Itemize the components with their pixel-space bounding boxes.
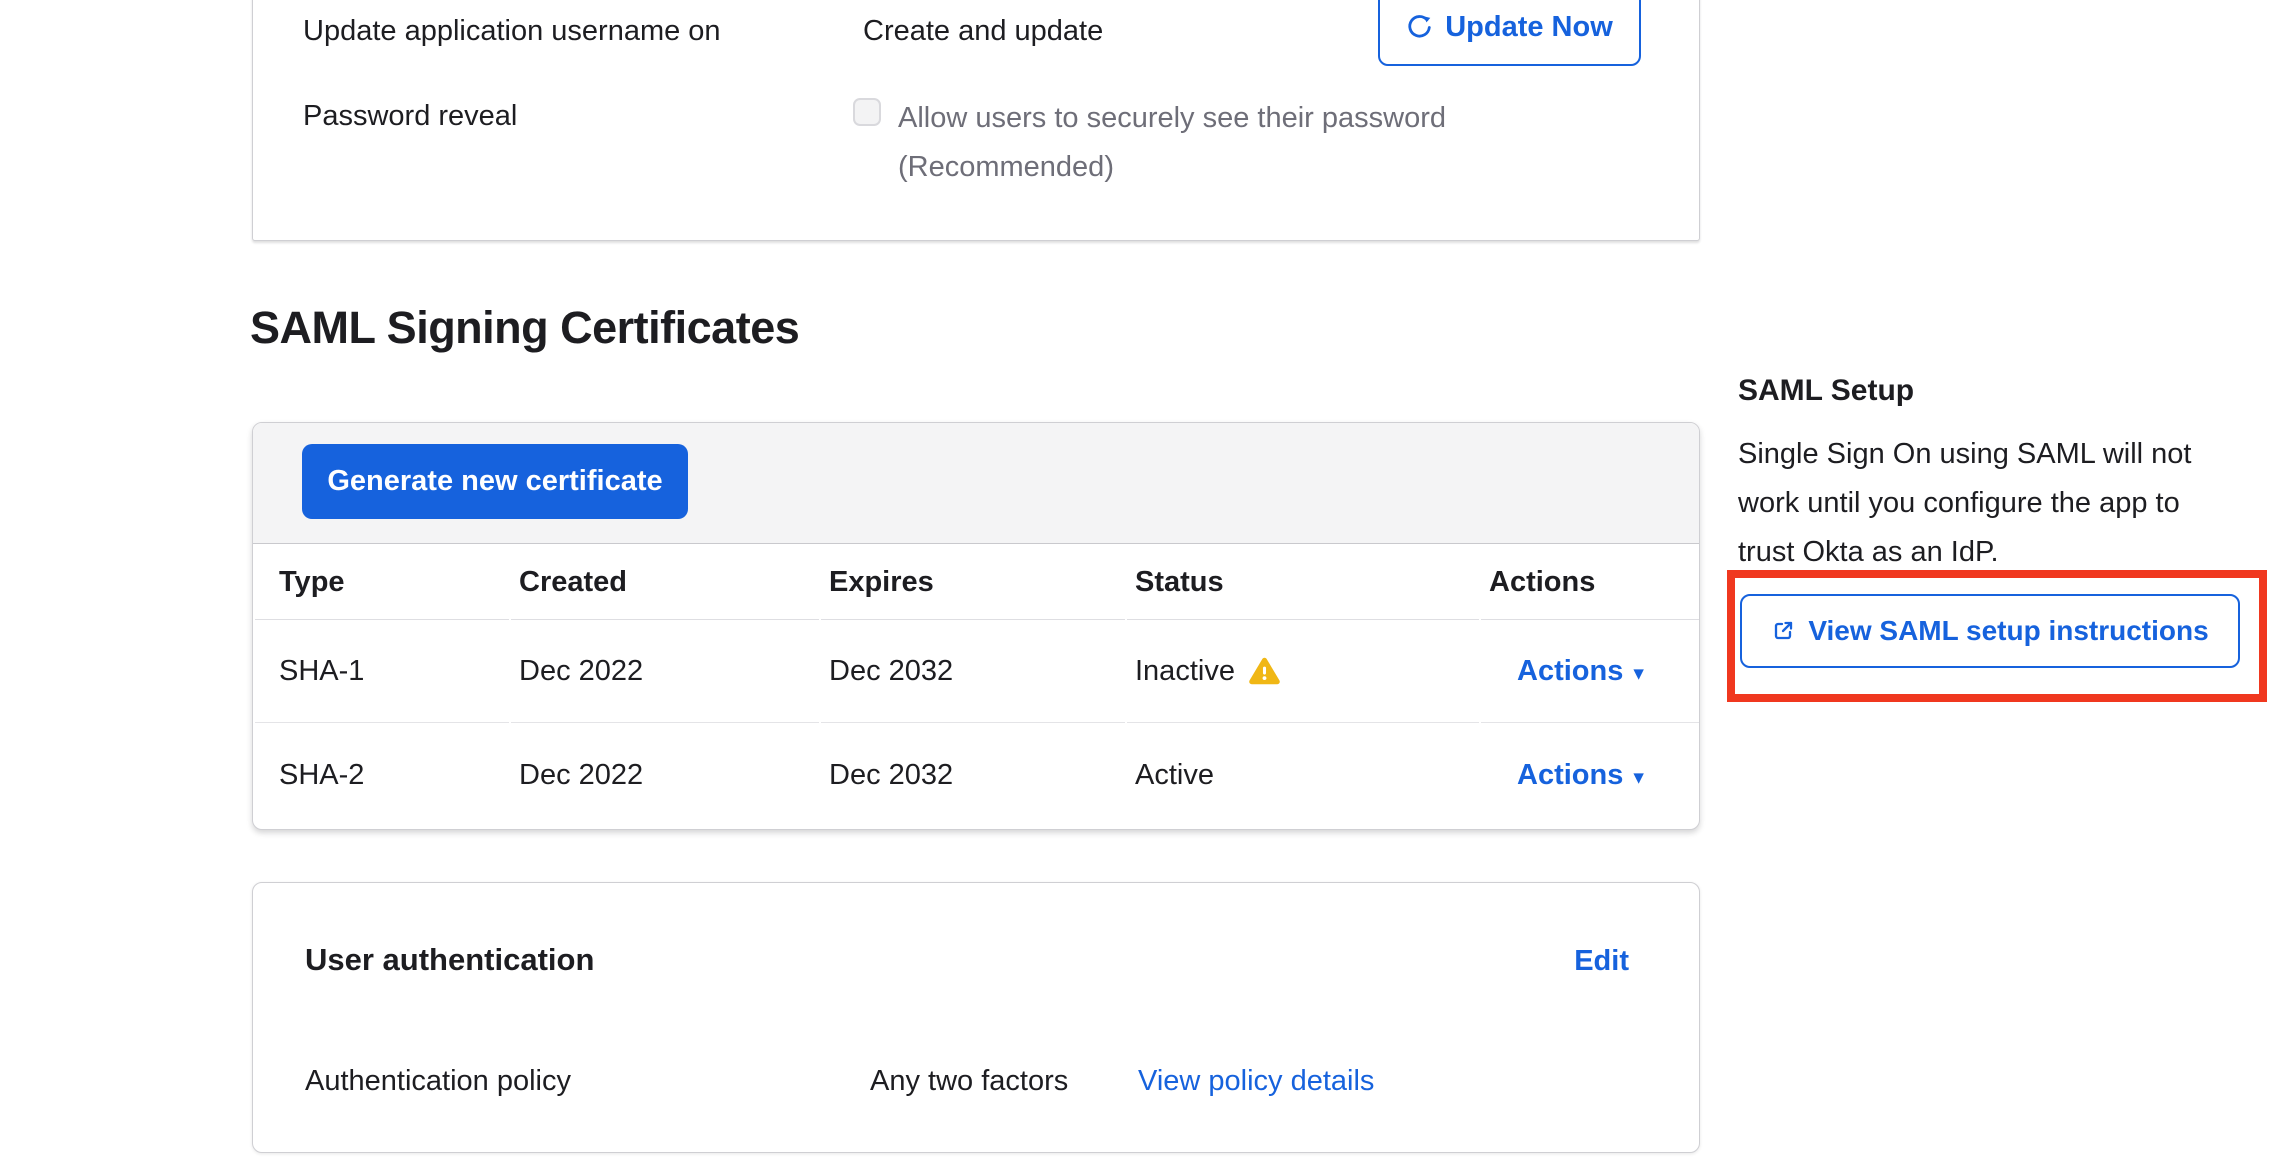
column-header-type: Type [255,545,509,620]
cert-status-cell: Active [1127,723,1479,827]
cta-label: View SAML setup instructions [1808,615,2208,647]
saml-certificates-card: Generate new certificate Type Created Ex… [252,422,1700,830]
certificates-table: Type Created Expires Status Actions SHA-… [253,545,1701,827]
cert-status-cell: Inactive [1127,620,1479,723]
caret-down-icon: ▾ [1633,765,1644,789]
caret-down-icon: ▾ [1633,661,1644,685]
external-link-icon [1771,619,1795,643]
password-reveal-label: Password reveal [303,98,517,134]
update-username-label: Update application username on [303,13,721,49]
auth-policy-value: Any two factors [870,1063,1068,1099]
status-text: Inactive [1135,655,1235,688]
actions-menu-cell: Actions ▾ [1481,620,1699,723]
view-policy-details-link[interactable]: View policy details [1138,1063,1374,1099]
cert-created: Dec 2022 [511,723,819,827]
generate-certificate-button[interactable]: Generate new certificate [302,444,688,519]
update-now-button[interactable]: Update Now [1378,0,1641,66]
view-saml-setup-instructions-button[interactable]: View SAML setup instructions [1740,594,2240,668]
password-reveal-description: Allow users to securely see their passwo… [898,94,1446,192]
refresh-icon [1406,14,1433,41]
user-authentication-card: User authentication Edit Authentication … [252,882,1700,1153]
edit-link[interactable]: Edit [1574,943,1629,979]
card-title: User authentication [305,941,594,979]
column-header-actions: Actions [1481,545,1699,620]
sidebar-heading: SAML Setup [1738,372,1914,410]
status-text: Active [1135,759,1214,791]
column-header-expires: Expires [821,545,1125,620]
warning-icon [1249,657,1280,685]
cert-expires: Dec 2032 [821,723,1125,827]
table-row: SHA-1 Dec 2022 Dec 2032 Inactive [255,620,1699,723]
column-header-status: Status [1127,545,1479,620]
cert-created: Dec 2022 [511,620,819,723]
actions-label: Actions [1517,759,1623,791]
actions-label: Actions [1517,655,1623,687]
table-header-row: Type Created Expires Status Actions [255,545,1699,620]
app-settings-card: Update application username on Create an… [252,0,1700,241]
sidebar-description: Single Sign On using SAML will not work … [1738,430,2258,577]
update-now-label: Update Now [1445,11,1613,44]
actions-menu-button[interactable]: Actions ▾ [1517,759,1644,791]
saml-settings-page: Update application username on Create an… [0,0,2279,1158]
auth-policy-label: Authentication policy [305,1063,571,1099]
actions-menu-button[interactable]: Actions ▾ [1517,655,1644,687]
column-header-created: Created [511,545,819,620]
update-username-value: Create and update [863,13,1103,49]
cert-type: SHA-1 [255,620,509,723]
cert-type: SHA-2 [255,723,509,827]
page-title: SAML Signing Certificates [250,302,799,354]
table-row: SHA-2 Dec 2022 Dec 2032 Active Actions ▾ [255,723,1699,827]
actions-menu-cell: Actions ▾ [1481,723,1699,827]
password-reveal-checkbox[interactable] [853,98,881,126]
certificates-toolbar: Generate new certificate [253,423,1699,544]
cert-expires: Dec 2032 [821,620,1125,723]
